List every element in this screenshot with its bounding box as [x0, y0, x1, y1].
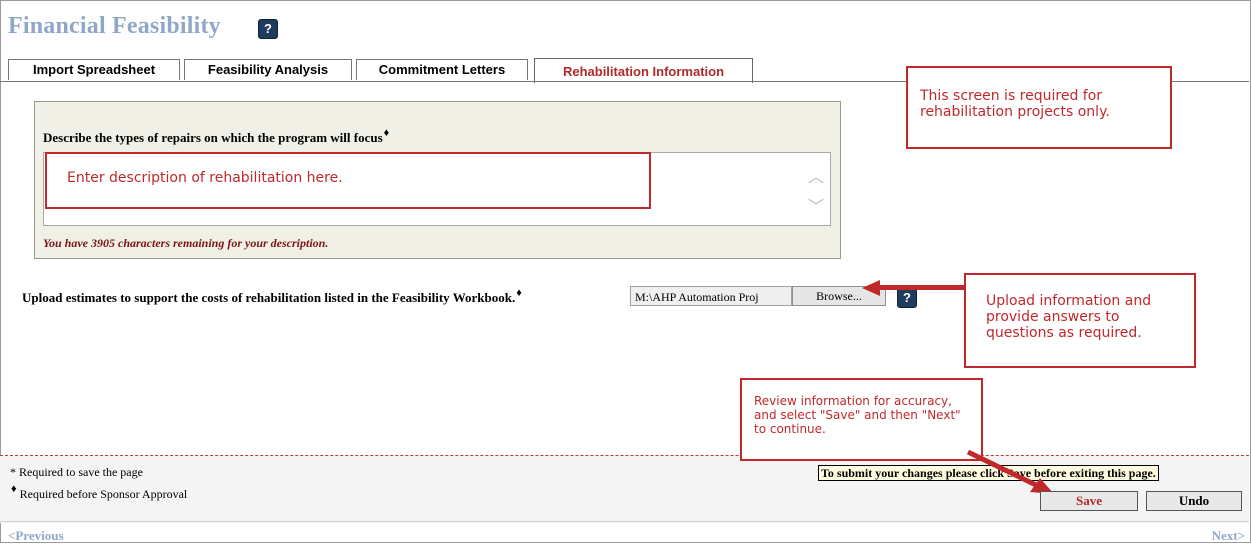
required-sponsor-note: ♦ Required before Sponsor Approval [10, 483, 188, 502]
arrow-shaft [880, 285, 966, 290]
required-diamond-icon: ♦ [516, 287, 522, 299]
save-button[interactable]: Save [1040, 491, 1138, 511]
required-screen-callout: This screen is required for rehabilitati… [906, 66, 1172, 149]
undo-button[interactable]: Undo [1146, 491, 1242, 511]
arrow-to-save-icon [966, 449, 1054, 494]
tab-feasibility-analysis[interactable]: Feasibility Analysis [184, 59, 352, 80]
upload-help-icon[interactable]: ? [897, 288, 917, 308]
footer-divider [0, 521, 1249, 522]
scroll-down-icon[interactable]: ﹀ [808, 193, 824, 217]
upload-info-callout: Upload information and provide answers t… [964, 273, 1196, 368]
chars-remaining-text: You have 3905 characters remaining for y… [43, 236, 329, 250]
required-save-note: * Required to save the page [10, 465, 143, 479]
tab-rehabilitation-information[interactable]: Rehabilitation Information [534, 58, 753, 83]
required-sponsor-text: Required before Sponsor Approval [19, 487, 188, 501]
previous-link[interactable]: <Previous [8, 528, 64, 544]
arrow-head-icon [862, 280, 880, 296]
repairs-label: Describe the types of repairs on which t… [43, 127, 390, 146]
required-diamond-icon: ♦ [11, 483, 17, 495]
upload-label-text: Upload estimates to support the costs of… [22, 290, 516, 305]
next-link[interactable]: Next> [1212, 528, 1245, 544]
scroll-up-icon[interactable]: ︿ [808, 163, 824, 187]
page-title: Financial Feasibility [8, 13, 221, 39]
upload-label: Upload estimates to support the costs of… [22, 287, 522, 306]
file-path-input[interactable]: M:\AHP Automation Proj [630, 286, 792, 306]
help-icon[interactable]: ? [258, 19, 278, 39]
description-placeholder-callout[interactable]: Enter description of rehabilitation here… [45, 152, 651, 209]
review-info-callout: Review information for accuracy, and sel… [740, 378, 983, 461]
tab-import-spreadsheet[interactable]: Import Spreadsheet [8, 59, 180, 80]
tab-commitment-letters[interactable]: Commitment Letters [356, 59, 528, 80]
required-diamond-icon: ♦ [383, 127, 390, 139]
repairs-label-text: Describe the types of repairs on which t… [43, 130, 383, 145]
